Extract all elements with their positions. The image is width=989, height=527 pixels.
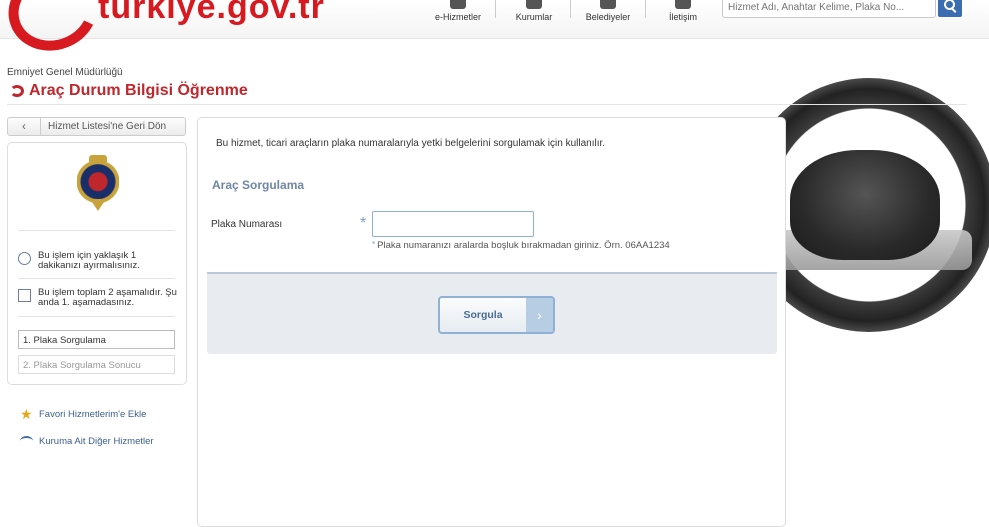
info-duration-text: Bu işlem için yaklaşık 1 dakikanızı ayır… [38, 250, 140, 271]
plate-hint-text: Plaka numaranızı aralarda boşluk bırakma… [377, 240, 670, 251]
refresh-icon [10, 85, 24, 97]
nav-separator [570, 0, 571, 18]
police-badge-logo [77, 155, 119, 213]
query-button-label: Sorgula [463, 309, 503, 321]
page-title: Araç Durum Bilgisi Öğrenme [10, 82, 248, 100]
step-2: 2. Plaka Sorgulama Sonucu [18, 355, 175, 374]
nav-municipalities[interactable]: Belediyeler [578, 0, 638, 38]
plate-number-input[interactable] [372, 211, 534, 237]
chevron-left-icon: ‹ [8, 118, 41, 135]
steering-wheel-hub [790, 150, 940, 260]
chevron-right-icon: › [526, 298, 553, 332]
nav-separator [645, 0, 646, 18]
search-input[interactable] [722, 0, 936, 18]
nav-label: İletişim [668, 12, 697, 22]
nav-contact[interactable]: İletişim [653, 0, 713, 38]
star-icon: ★ [20, 406, 33, 422]
page-title-text: Araç Durum Bilgisi Öğrenme [29, 82, 248, 99]
e-services-icon [450, 0, 466, 9]
add-to-favorites-label: Favori Hizmetlerim'e Ekle [39, 409, 147, 420]
logo-swoosh-icon[interactable] [0, 0, 109, 63]
info-stages-text: Bu işlem toplam 2 aşamalıdır. Şu anda 1.… [38, 287, 177, 308]
add-to-favorites-link[interactable]: ★ Favori Hizmetlerim'e Ekle [20, 406, 147, 422]
nav-e-services[interactable]: e-Hizmetler [428, 0, 488, 38]
search-button[interactable] [938, 0, 962, 17]
plate-number-label: Plaka Numarası [211, 219, 283, 230]
plate-hint: * Plaka numaranızı aralarda boşluk bırakm… [372, 240, 670, 251]
section-title: Araç Sorgulama [212, 178, 305, 192]
municipalities-icon [600, 0, 616, 9]
back-to-service-list-button[interactable]: ‹ Hizmet Listesi'ne Geri Dön [7, 117, 186, 136]
required-asterisk-icon: * [360, 215, 367, 232]
nav-label: Kurumlar [515, 12, 553, 22]
divider [18, 230, 175, 231]
other-institution-services-link[interactable]: Kuruma Ait Diğer Hizmetler [20, 436, 154, 447]
nav-label: e-Hizmetler [434, 12, 481, 22]
step-1: 1. Plaka Sorgulama [18, 330, 175, 349]
asterisk-icon: * [372, 240, 376, 249]
service-description: Bu hizmet, ticari araçların plaka numara… [216, 138, 606, 149]
list-icon [18, 289, 31, 302]
link-arrow-icon [20, 436, 33, 446]
other-services-label: Kuruma Ait Diğer Hizmetler [39, 436, 154, 447]
clock-icon [18, 252, 31, 265]
institutions-icon [526, 0, 542, 9]
nav-label: Belediyeler [585, 12, 631, 22]
back-button-label: Hizmet Listesi'ne Geri Dön [48, 121, 167, 132]
contact-icon [675, 0, 691, 9]
nav-separator [495, 0, 496, 18]
divider [18, 316, 175, 317]
divider [18, 278, 175, 279]
top-header: türkiye.gov.tr e-Hizmetler Kurumlar Bele… [0, 0, 989, 63]
breadcrumb[interactable]: Emniyet Genel Müdürlüğü [7, 67, 123, 78]
query-button[interactable]: Sorgula › [438, 296, 555, 334]
divider [7, 104, 967, 105]
site-logo[interactable]: türkiye.gov.tr [98, 0, 325, 27]
nav-institutions[interactable]: Kurumlar [504, 0, 564, 38]
